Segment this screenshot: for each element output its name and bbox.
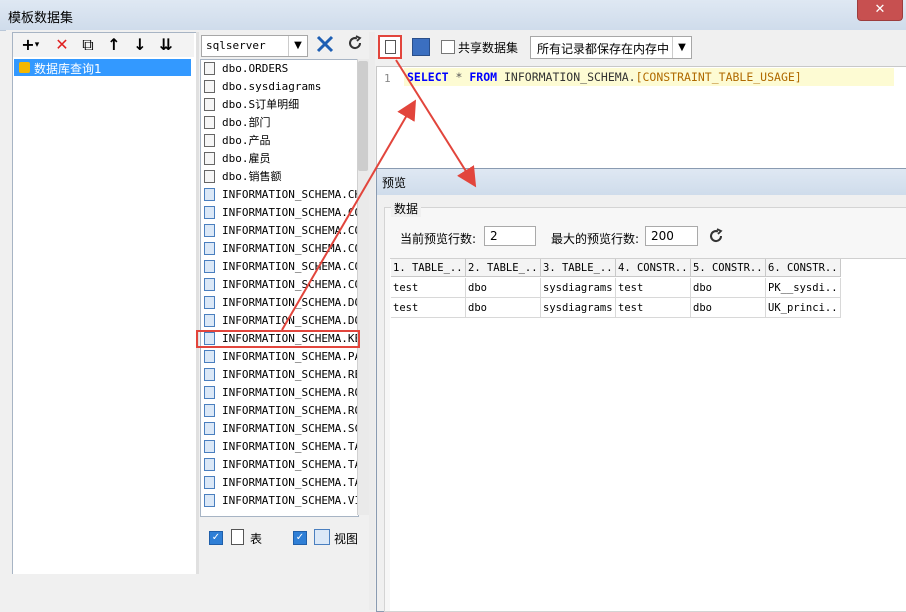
grid-cell[interactable]: dbo <box>691 298 766 318</box>
arrow-to-preview <box>395 59 477 188</box>
grid-column-header[interactable]: 3. TABLE_... <box>541 259 616 277</box>
grid-column-header[interactable]: 5. CONSTR... <box>691 259 766 277</box>
grid-cell[interactable]: UK_princi... <box>766 298 841 318</box>
grid-column-header[interactable]: 4. CONSTR... <box>616 259 691 277</box>
grid-cell[interactable]: test <box>391 278 466 298</box>
grid-cell[interactable]: test <box>616 298 691 318</box>
grid-cell[interactable]: dbo <box>466 278 541 298</box>
grid-column-header[interactable]: 2. TABLE_... <box>466 259 541 277</box>
grid-column-header[interactable]: 6. CONSTR... <box>766 259 841 277</box>
grid-cell[interactable]: test <box>391 298 466 318</box>
grid-cell[interactable]: dbo <box>691 278 766 298</box>
grid-column-header[interactable]: 1. TABLE_... <box>391 259 466 277</box>
grid-cell[interactable]: sysdiagrams <box>541 298 616 318</box>
grid-cell[interactable]: PK__sysdi... <box>766 278 841 298</box>
grid-cell[interactable]: sysdiagrams <box>541 278 616 298</box>
grid-cell[interactable]: dbo <box>466 298 541 318</box>
grid-cell[interactable]: test <box>616 278 691 298</box>
